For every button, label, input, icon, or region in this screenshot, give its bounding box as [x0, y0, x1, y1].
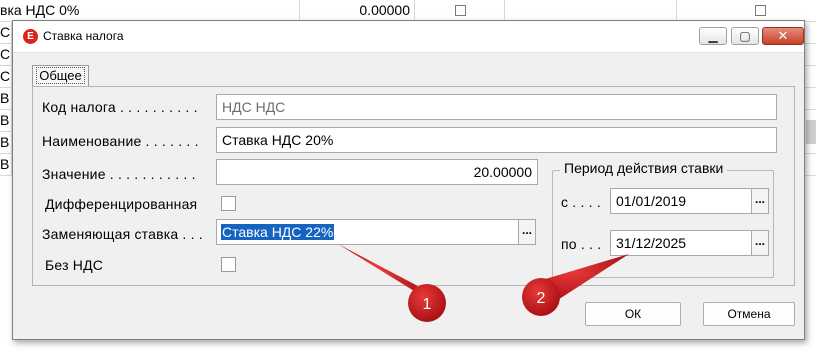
date-from-field[interactable]: 01/01/2019 — [610, 188, 752, 214]
tab-general-label: Общее — [36, 67, 85, 84]
date-to-field[interactable]: 31/12/2025 — [610, 230, 752, 256]
differentiated-label: Дифференцированная — [45, 196, 198, 212]
table-cell — [415, 0, 505, 21]
app-logo-icon: E — [23, 29, 38, 44]
table-row[interactable]: вка НДС 0% 0.00000 — [0, 0, 816, 22]
period-group-title: Период действия ставки — [560, 160, 728, 176]
table-cell-name: В — [0, 88, 12, 109]
maximize-button[interactable]: ▢ — [731, 27, 759, 45]
ok-button[interactable]: ОК — [585, 302, 681, 326]
date-to-picker-button[interactable]: ... — [751, 230, 769, 256]
replacement-rate-lookup-button[interactable]: ... — [518, 219, 536, 245]
minimize-button[interactable]: ▁ — [699, 27, 727, 45]
replacement-rate-label: Заменяющая ставка . . . — [42, 226, 203, 242]
table-cell-value: 0.00000 — [300, 0, 415, 21]
table-cell-name: С — [0, 22, 12, 43]
table-cell-name: В — [0, 110, 12, 131]
date-from-label: с . . . . — [561, 194, 601, 210]
table-cell-name: вка НДС 0% — [0, 0, 300, 21]
table-cell — [677, 0, 816, 21]
tax-rate-dialog: E Ставка налога ▁ ▢ ✕ Общее Код налога .… — [12, 20, 805, 340]
close-icon: ✕ — [777, 28, 789, 43]
minimize-icon: ▁ — [708, 29, 718, 43]
scrollbar-thumb[interactable] — [806, 120, 816, 144]
value-label: Значение . . . . . . . . . . . — [42, 166, 196, 182]
name-label: Наименование . . . . . . . — [42, 133, 199, 149]
code-field[interactable]: НДС НДС — [216, 94, 777, 120]
close-button[interactable]: ✕ — [762, 27, 804, 45]
code-label: Код налога . . . . . . . . . . — [42, 99, 198, 115]
date-to-label: по . . . — [561, 236, 602, 252]
value-field[interactable]: 20.00000 — [216, 159, 538, 185]
table-checkbox[interactable] — [455, 5, 466, 16]
no-vat-checkbox[interactable] — [221, 257, 236, 272]
tab-general[interactable]: Общее — [32, 65, 89, 87]
table-checkbox[interactable] — [755, 5, 766, 16]
name-field[interactable]: Ставка НДС 20% — [216, 127, 777, 153]
replacement-rate-field[interactable]: Ставка НДС 22% — [216, 219, 519, 245]
cancel-button[interactable]: Отмена — [703, 302, 795, 326]
dialog-title: Ставка налога — [43, 29, 124, 43]
table-cell-name: В — [0, 154, 12, 175]
table-cell-name: С — [0, 66, 12, 87]
replacement-rate-selected-text: Ставка НДС 22% — [221, 224, 335, 240]
table-cell-name: С — [0, 44, 12, 65]
date-from-picker-button[interactable]: ... — [751, 188, 769, 214]
maximize-icon: ▢ — [739, 29, 751, 43]
no-vat-label: Без НДС — [45, 257, 104, 273]
differentiated-checkbox[interactable] — [221, 196, 236, 211]
table-cell-name: В — [0, 132, 12, 153]
table-cell — [505, 0, 677, 21]
dialog-titlebar[interactable]: E Ставка налога ▁ ▢ ✕ — [13, 21, 804, 53]
period-group — [552, 170, 774, 278]
